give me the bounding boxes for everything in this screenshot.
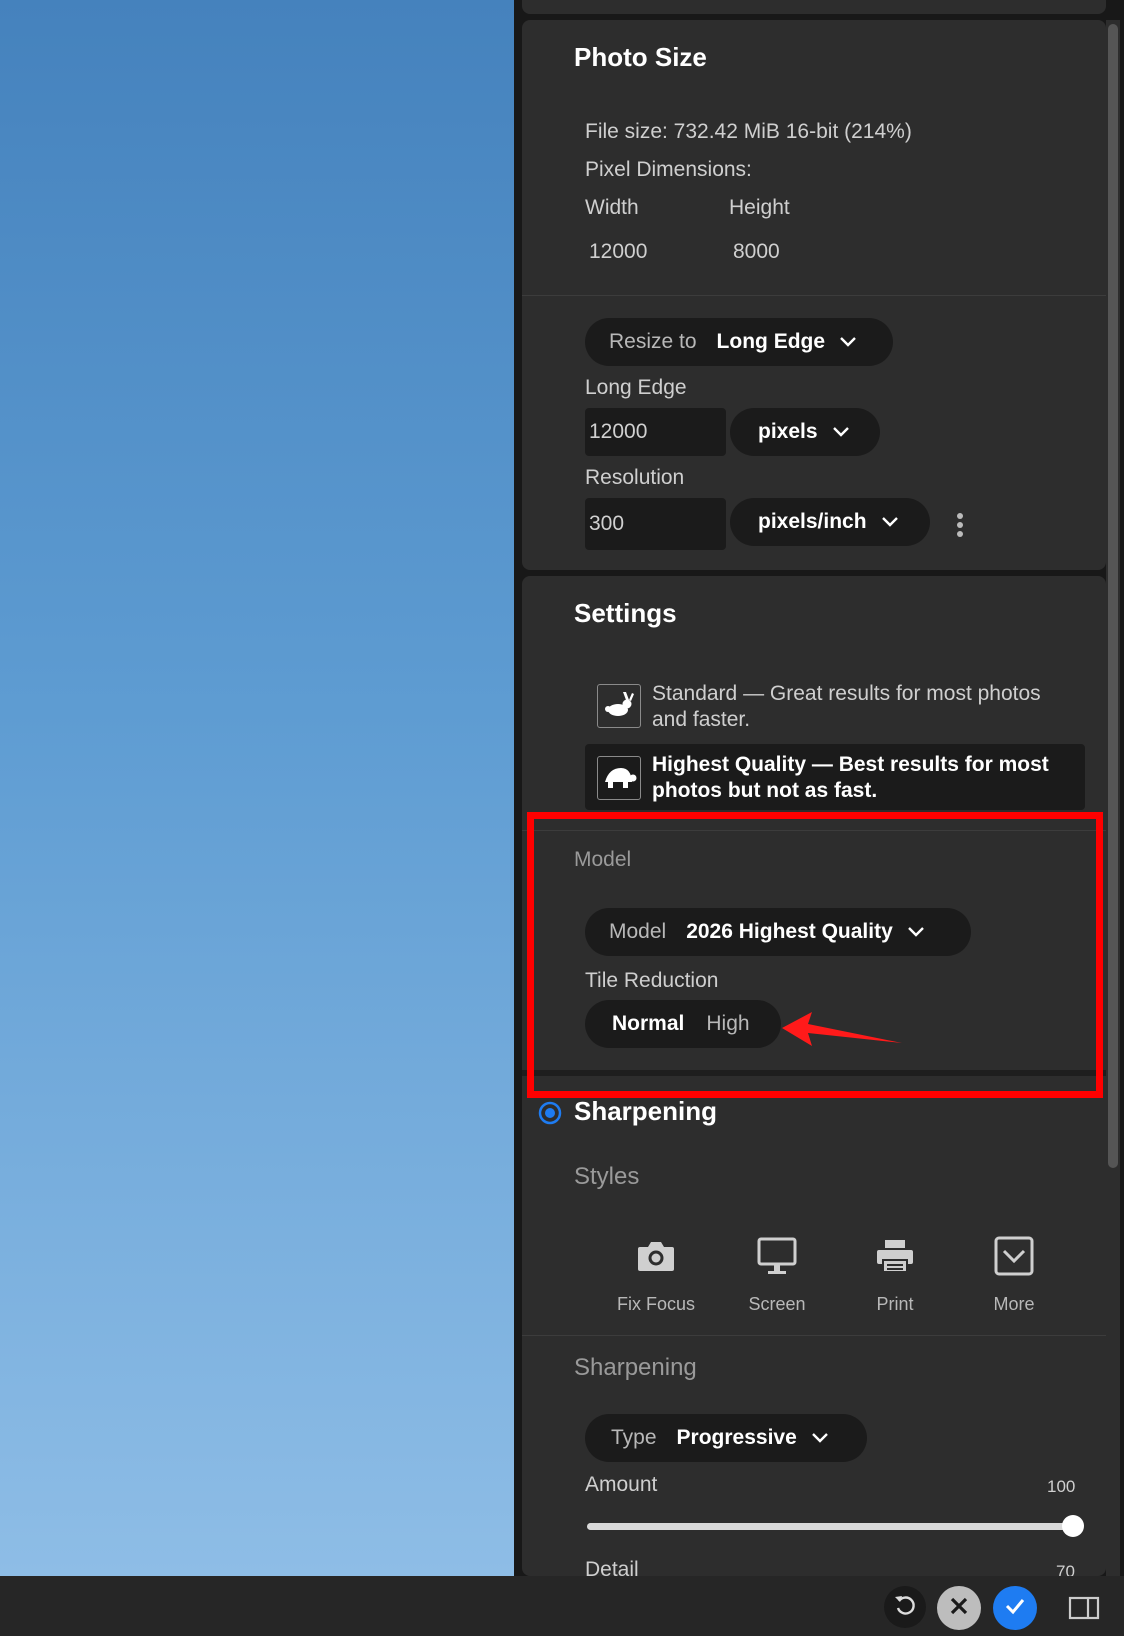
type-label: Type [611,1426,657,1449]
amount-slider-track[interactable] [587,1515,1084,1537]
more-dropdown-icon [964,1232,1064,1280]
resize-to-dropdown[interactable]: Resize to Long Edge [585,318,893,366]
amount-slider-thumb[interactable] [1062,1515,1084,1537]
long-edge-unit-dropdown[interactable]: pixels [730,408,880,456]
style-fix-focus[interactable]: Fix Focus [606,1232,706,1315]
sharpening-title: Sharpening [574,1096,718,1126]
toggle-panel-icon[interactable] [1068,1596,1100,1625]
chevron-down-icon [811,1432,829,1444]
resolution-unit-value: pixels/inch [758,510,867,533]
width-value: 12000 [589,240,648,263]
sharpening-section-label: Sharpening [574,1354,697,1381]
chevron-down-icon [832,426,850,438]
chevron-down-icon [881,516,899,528]
divider [522,295,1106,296]
cancel-button[interactable] [937,1586,981,1630]
checkmark-icon [1004,1595,1026,1622]
printer-icon [845,1232,945,1280]
long-edge-input[interactable]: 12000 [585,408,726,456]
style-more-label: More [993,1294,1035,1314]
monitor-icon [727,1232,827,1280]
height-value: 8000 [733,240,780,263]
style-fix-focus-label: Fix Focus [616,1294,695,1314]
pixel-dimensions-label: Pixel Dimensions: [585,158,752,181]
photo-size-title: Photo Size [574,42,707,72]
highest-quality-text-line2: photos but not as fast. [652,779,878,802]
standard-mode-option[interactable]: Standard — Great results for most photos… [585,676,1085,731]
sharpening-type-dropdown[interactable]: Type Progressive [585,1414,867,1462]
style-screen[interactable]: Screen [727,1232,827,1315]
highest-quality-mode-option[interactable]: Highest Quality — Best results for most … [585,744,1085,810]
amount-slider-fill [587,1523,1075,1530]
divider [522,1335,1106,1336]
file-size-text: File size: 732.42 MiB 16-bit (214%) [585,120,912,143]
amount-label: Amount [585,1473,658,1496]
height-label: Height [729,196,790,219]
amount-value: 100 [1047,1477,1076,1496]
photo-preview [0,0,514,1576]
undo-icon [893,1593,917,1622]
sharpening-radio[interactable] [538,1101,562,1130]
highlight-box [527,812,1103,1098]
standard-mode-text-line1: Standard — Great results for most photos [652,682,1041,705]
standard-mode-text-line2: and faster. [652,708,751,731]
resolution-input[interactable]: 300 [585,498,726,550]
highest-quality-text-line1: Highest Quality — Best results for most [652,753,1049,776]
close-icon [948,1595,970,1622]
resolution-unit-dropdown[interactable]: pixels/inch [730,498,930,546]
long-edge-label: Long Edge [585,376,687,399]
more-options-icon[interactable] [955,512,965,543]
long-edge-unit-value: pixels [758,420,818,443]
camera-icon [606,1232,706,1280]
resolution-label: Resolution [585,466,685,489]
turtle-icon [597,756,641,800]
scrollbar-thumb[interactable] [1108,24,1118,1168]
resize-to-value: Long Edge [716,330,826,353]
highlight-arrow [782,1012,902,1046]
previous-card [522,0,1106,14]
width-label: Width [585,196,639,219]
reset-button[interactable] [884,1586,926,1628]
style-print-label: Print [876,1294,914,1314]
style-print[interactable]: Print [845,1232,945,1315]
style-more[interactable]: More [964,1232,1064,1315]
resize-to-label: Resize to [609,330,697,353]
type-value: Progressive [676,1426,797,1449]
settings-title: Settings [574,598,677,628]
styles-label: Styles [574,1163,640,1190]
apply-button[interactable] [993,1586,1037,1630]
rabbit-icon [597,684,641,728]
style-screen-label: Screen [748,1294,806,1314]
chevron-down-icon [839,336,857,348]
